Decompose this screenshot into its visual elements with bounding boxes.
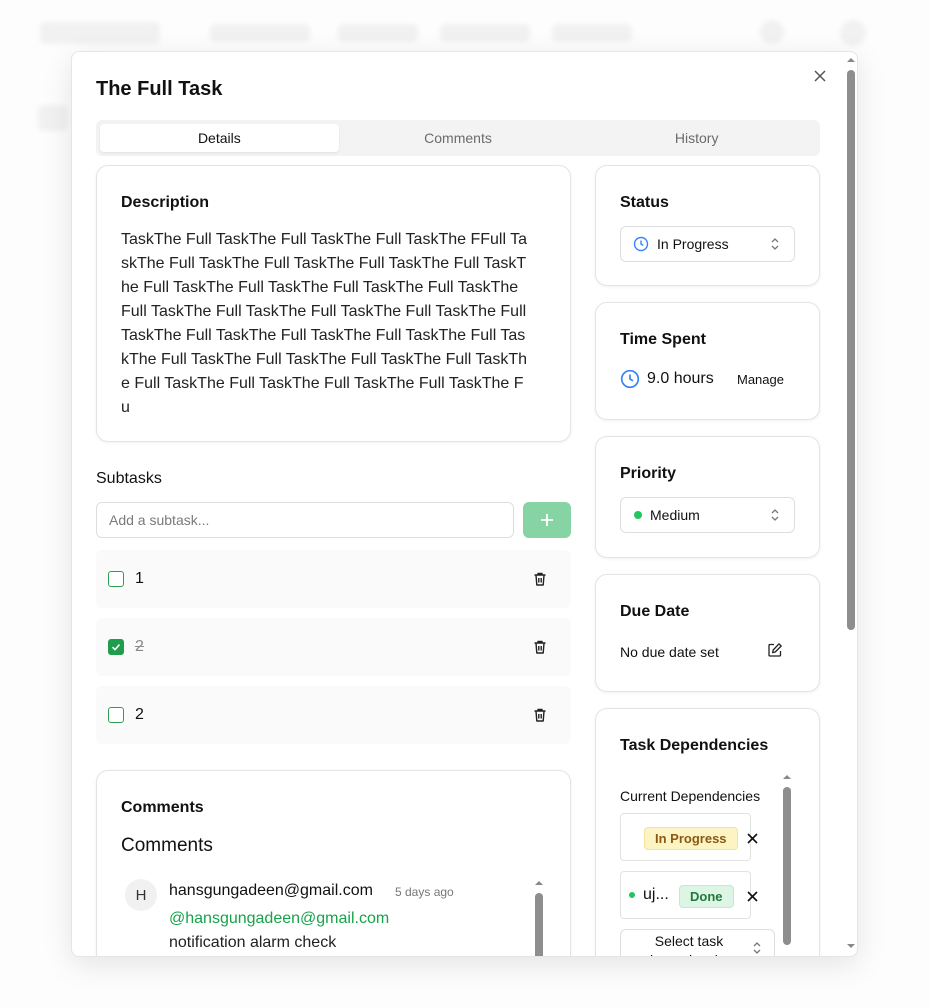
comments-heading: Comments <box>121 835 213 856</box>
dependencies-scrollbar[interactable] <box>782 773 792 957</box>
close-icon <box>814 70 826 82</box>
tab-list: Details Comments History <box>96 120 820 156</box>
dependency-item: uj... Done <box>620 871 758 919</box>
due-date-value: No due date set <box>620 644 719 660</box>
close-icon <box>747 891 758 902</box>
status-select[interactable]: In Progress <box>620 226 795 262</box>
subtask-row: 2 <box>96 686 571 744</box>
blurred-nav-item <box>210 24 310 42</box>
trash-icon <box>534 572 546 586</box>
modal-title: The Full Task <box>96 78 223 100</box>
scroll-down-icon <box>782 955 792 957</box>
trash-icon <box>534 708 546 722</box>
delete-subtask-button[interactable] <box>532 707 548 723</box>
dependency-dot <box>629 892 635 898</box>
current-dependencies-label: Current Dependencies <box>620 788 761 804</box>
scroll-up-icon <box>783 775 791 779</box>
subtask-checkbox[interactable] <box>108 571 124 587</box>
comments-card: Comments Comments H hansgungadeen@gmail.… <box>96 770 571 956</box>
due-date-title: Due Date <box>620 603 690 620</box>
subtask-label: 1 <box>135 570 144 587</box>
priority-title: Priority <box>620 465 677 482</box>
edit-icon <box>768 643 782 657</box>
blurred-nav-item <box>552 24 632 42</box>
subtask-checkbox[interactable] <box>108 639 124 655</box>
chevron-updown-icon <box>771 238 779 250</box>
dependency-select-placeholder: Select task dependencies <box>645 933 732 956</box>
dependency-name: uj... <box>643 886 669 903</box>
dependency-select[interactable]: Select task dependencies <box>620 929 775 956</box>
manage-time-button[interactable]: Manage <box>737 372 784 387</box>
subtask-input[interactable] <box>96 502 514 538</box>
blurred-avatar <box>760 20 784 44</box>
blurred-nav-item <box>338 24 418 42</box>
priority-select[interactable]: Medium <box>620 497 795 533</box>
clock-icon <box>633 236 649 252</box>
chevron-updown-icon <box>753 942 761 954</box>
comment-mention[interactable]: @hansgungadeen@gmail.com <box>169 910 389 928</box>
remove-dependency-button[interactable] <box>747 889 758 907</box>
description-text: TaskThe Full TaskThe Full TaskThe Full T… <box>121 231 528 416</box>
comment-time: 5 days ago <box>395 885 454 899</box>
check-icon <box>111 643 121 651</box>
blurred-heading <box>38 105 68 131</box>
scroll-up-icon <box>847 58 855 62</box>
time-spent-title: Time Spent <box>620 331 706 348</box>
dependencies-card: Task Dependencies Current Dependencies I… <box>595 708 820 957</box>
blurred-logo <box>40 22 160 44</box>
status-value: In Progress <box>657 236 729 252</box>
time-spent-card: Time Spent 9.0 hours Manage <box>595 302 820 420</box>
status-badge: Done <box>679 885 734 908</box>
clock-icon <box>620 369 640 389</box>
comment-author: hansgungadeen@gmail.com <box>169 882 373 899</box>
delete-subtask-button[interactable] <box>532 639 548 655</box>
modal-scrollbar[interactable] <box>846 56 856 954</box>
comment-body: notification alarm check <box>169 934 337 951</box>
scroll-down-icon <box>847 944 855 948</box>
blurred-avatar <box>840 20 866 46</box>
blurred-nav-item <box>440 24 530 42</box>
due-date-card: Due Date No due date set <box>595 574 820 692</box>
subtask-row: 2 <box>96 618 571 676</box>
task-modal: The Full Task Details Comments History D… <box>71 51 858 957</box>
close-button[interactable] <box>810 66 830 86</box>
time-spent-value: 9.0 hours <box>647 370 714 387</box>
subtask-label: 2 <box>135 638 144 655</box>
trash-icon <box>534 640 546 654</box>
add-subtask-button[interactable] <box>523 502 571 538</box>
subtask-label: 2 <box>135 706 144 723</box>
tab-comments[interactable]: Comments <box>339 124 578 152</box>
priority-card: Priority Medium <box>595 436 820 558</box>
priority-value: Medium <box>650 507 700 523</box>
subtask-checkbox[interactable] <box>108 707 124 723</box>
description-card: Description TaskThe Full TaskThe Full Ta… <box>96 165 571 442</box>
dependencies-title: Task Dependencies <box>620 737 769 754</box>
comments-section-title: Comments <box>121 799 204 816</box>
plus-icon <box>541 514 553 526</box>
chevron-updown-icon <box>771 509 779 521</box>
close-icon <box>747 833 758 844</box>
tab-history[interactable]: History <box>577 124 816 152</box>
priority-dot <box>634 511 642 519</box>
subtask-row: 1 <box>96 550 571 608</box>
subtasks-title: Subtasks <box>96 470 162 487</box>
scroll-up-icon <box>535 881 543 885</box>
status-card: Status In Progress <box>595 165 820 286</box>
delete-subtask-button[interactable] <box>532 571 548 587</box>
tab-details[interactable]: Details <box>100 124 339 152</box>
avatar: H <box>125 879 157 911</box>
remove-dependency-button[interactable] <box>747 831 758 849</box>
comments-scrollbar[interactable] <box>534 879 544 956</box>
status-title: Status <box>620 194 669 211</box>
description-title: Description <box>121 194 210 211</box>
edit-due-date-button[interactable] <box>767 642 783 658</box>
status-badge: In Progress <box>644 827 738 850</box>
dependency-item: In Progress <box>620 813 758 861</box>
